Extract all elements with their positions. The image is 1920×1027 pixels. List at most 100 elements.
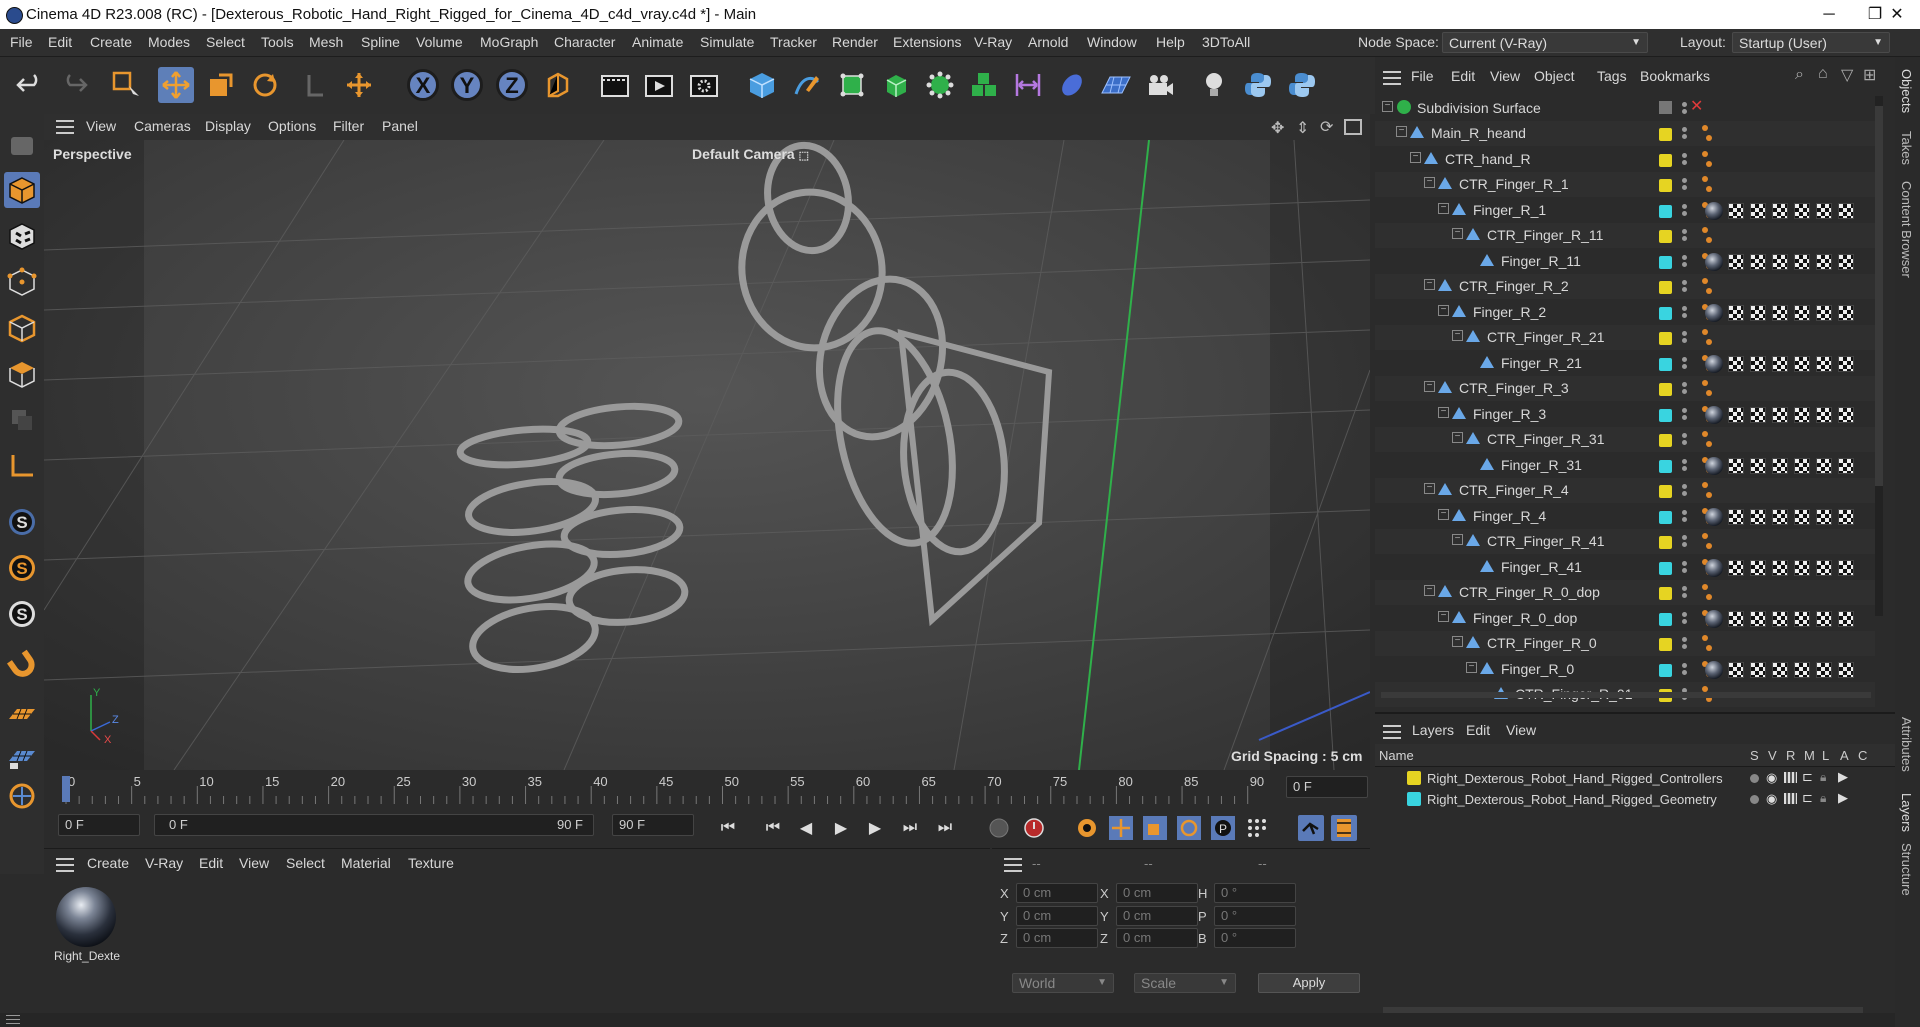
visibility-dots[interactable] — [1682, 280, 1687, 294]
collapse-toggle[interactable]: − — [1424, 177, 1435, 188]
visibility-dots[interactable] — [1682, 356, 1687, 371]
home-icon[interactable]: ⌂ — [1818, 65, 1828, 83]
layers-menu-view[interactable]: View — [1506, 722, 1536, 738]
playhead[interactable] — [62, 776, 70, 802]
layer-column-header[interactable]: S — [1750, 748, 1759, 763]
rotate-tool-icon[interactable] — [247, 67, 283, 103]
menu-tools[interactable]: Tools — [261, 34, 294, 50]
undo-button[interactable] — [12, 67, 48, 103]
layer-color-chip[interactable] — [1659, 204, 1672, 218]
material-tag-icon[interactable] — [1705, 660, 1723, 679]
timeline-window-icon[interactable] — [1331, 815, 1357, 841]
layer-color-chip[interactable] — [1659, 255, 1672, 269]
coord-value-field[interactable]: 0 cm — [1116, 928, 1198, 948]
uvw-tag-icon[interactable] — [1750, 406, 1766, 423]
coord-value-field[interactable]: 0 ° — [1214, 928, 1296, 948]
material-menu-vray[interactable]: V-Ray — [145, 855, 183, 871]
material-tag-icon[interactable] — [1705, 201, 1723, 220]
uvw-tag-icon[interactable] — [1816, 304, 1832, 321]
layer-color-chip[interactable] — [1659, 408, 1672, 422]
previous-key-icon[interactable]: ⏮ — [760, 815, 786, 841]
disabled-x-icon[interactable]: ✕ — [1690, 96, 1703, 116]
go-to-end-icon[interactable]: ⏭ — [932, 815, 958, 841]
viewport-menu-filter[interactable]: Filter — [333, 118, 364, 134]
visibility-dots[interactable] — [1682, 484, 1687, 498]
search-icon[interactable]: ⌕ — [1795, 66, 1804, 84]
hamburger-menu-icon[interactable] — [56, 858, 74, 872]
material-tag-icon[interactable] — [1705, 609, 1723, 628]
collapse-toggle[interactable]: − — [1424, 483, 1435, 494]
uvw-tag-icon[interactable] — [1838, 610, 1854, 627]
object-row[interactable]: − CTR_Finger_R_31 — [1375, 427, 1875, 452]
uvw-tag-icon[interactable] — [1772, 406, 1788, 423]
solo-hierarchy-icon[interactable]: S — [4, 596, 40, 632]
start-frame-field[interactable]: 0 F — [58, 814, 140, 836]
layer-column-header[interactable]: V — [1768, 748, 1777, 763]
menu-modes[interactable]: Modes — [148, 34, 190, 50]
render-toggle-icon[interactable] — [1784, 793, 1797, 804]
viewport-menu-cameras[interactable]: Cameras — [134, 118, 191, 134]
snap-magnet-icon[interactable] — [4, 646, 40, 682]
object-row[interactable]: Finger_R_21 — [1375, 351, 1875, 376]
next-key-icon[interactable]: ⏭ — [897, 815, 923, 841]
object-row[interactable]: − CTR_Finger_R_4 — [1375, 478, 1875, 503]
layer-color-chip[interactable] — [1659, 638, 1672, 651]
layer-color-chip[interactable] — [1659, 663, 1672, 677]
coord-value-field[interactable]: 0 cm — [1016, 905, 1098, 926]
filter-icon[interactable]: ▽ — [1841, 65, 1853, 85]
menu-animate[interactable]: Animate — [632, 34, 683, 50]
maximize-view-icon[interactable] — [1344, 119, 1362, 135]
uvw-tag-icon[interactable] — [1772, 202, 1788, 219]
solo-single-icon[interactable]: S — [4, 550, 40, 586]
move-tool-icon[interactable] — [158, 67, 194, 103]
menu-spline[interactable]: Spline — [361, 34, 400, 50]
collapse-toggle[interactable]: − — [1382, 101, 1393, 112]
x-axis-lock-button[interactable]: X — [407, 69, 439, 101]
status-menu-icon[interactable] — [6, 1015, 20, 1024]
subdivision-surface-icon[interactable] — [834, 67, 870, 103]
uvw-tag-icon[interactable] — [1728, 355, 1744, 372]
next-frame-icon[interactable]: ▶ — [862, 815, 888, 841]
collapse-toggle[interactable]: − — [1452, 534, 1463, 545]
uvw-tag-icon[interactable] — [1728, 610, 1744, 627]
collapse-toggle[interactable]: − — [1452, 432, 1463, 443]
locked-workplane-icon[interactable] — [4, 738, 40, 774]
collapse-toggle[interactable]: − — [1438, 304, 1449, 316]
object-row[interactable]: − CTR_Finger_R_0 — [1375, 631, 1875, 656]
object-row[interactable]: − CTR_Finger_R_2 — [1375, 274, 1875, 299]
object-row[interactable]: − CTR_Finger_R_41 — [1375, 529, 1875, 554]
key-parameter-icon[interactable]: P — [1210, 815, 1236, 841]
scale-tool-icon[interactable] — [203, 67, 239, 103]
transform-tool-icon[interactable] — [341, 67, 377, 103]
tab-layers[interactable]: Layers — [1899, 793, 1914, 832]
visibility-dots[interactable] — [1682, 152, 1687, 167]
current-frame-field[interactable]: 0 F — [1286, 776, 1368, 798]
uvw-tag-icon[interactable] — [1838, 559, 1854, 576]
viewport-menu-display[interactable]: Display — [205, 118, 251, 134]
visibility-dots[interactable] — [1682, 229, 1687, 243]
uvw-tag-icon[interactable] — [1728, 559, 1744, 576]
apply-button[interactable]: Apply — [1258, 973, 1360, 993]
points-mode-icon[interactable] — [4, 264, 40, 300]
objects-menu-file[interactable]: File — [1411, 68, 1434, 84]
layer-color-chip[interactable] — [1659, 383, 1672, 396]
uvw-tag-icon[interactable] — [1794, 559, 1810, 576]
objects-horizontal-scrollbar[interactable] — [1381, 692, 1871, 698]
uvw-tag-icon[interactable] — [1816, 355, 1832, 372]
timeline-ruler[interactable]: 0 5 10 15 20 25 30 35 40 45 50 55 60 65 70 75 80 85 90 0 F — [44, 770, 1370, 804]
menu-render[interactable]: Render — [832, 34, 878, 50]
menu-file[interactable]: File — [10, 34, 33, 50]
uvw-tag-icon[interactable] — [1794, 406, 1810, 423]
tab-objects[interactable]: Objects — [1899, 69, 1914, 113]
uvw-tag-icon[interactable] — [1794, 610, 1810, 627]
layer-color-chip[interactable] — [1659, 128, 1672, 141]
lock-icon[interactable]: 🔒︎ — [1820, 791, 1826, 806]
visibility-dots[interactable] — [1682, 611, 1687, 626]
eye-icon[interactable]: ◉ — [1766, 770, 1777, 786]
manager-toggle-icon[interactable]: ⊏ — [1802, 769, 1813, 785]
render-to-picture-viewer-icon[interactable] — [641, 67, 677, 103]
material-menu-select[interactable]: Select — [286, 855, 325, 871]
uvw-tag-icon[interactable] — [1728, 253, 1744, 270]
z-axis-lock-button[interactable]: Z — [496, 69, 528, 101]
object-row[interactable]: − CTR_Finger_R_1 — [1375, 172, 1875, 197]
